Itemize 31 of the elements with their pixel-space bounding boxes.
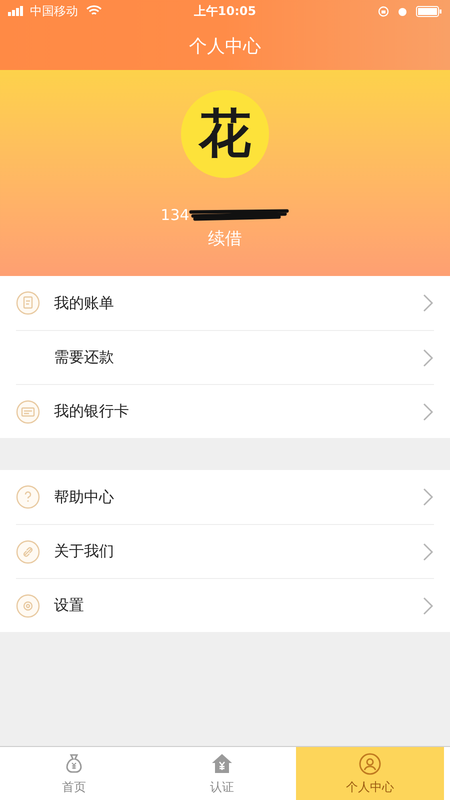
- menu-item[interactable]: 需要还款: [16, 330, 434, 384]
- menu-item[interactable]: 关于我们: [16, 524, 434, 578]
- alarm-icon: [397, 6, 408, 16]
- clock-time: 上午10:05: [194, 3, 256, 20]
- tab-item[interactable]: 认证: [148, 747, 296, 800]
- menu-item[interactable]: 我的账单: [16, 276, 434, 330]
- menu-item[interactable]: 我的银行卡: [16, 384, 434, 438]
- page-title: 个人中心: [189, 34, 261, 58]
- chevron-right-icon: [422, 402, 434, 422]
- chevron-right-icon: [422, 487, 434, 507]
- person-icon: [358, 752, 382, 776]
- tab-item[interactable]: 个人中心: [296, 747, 444, 800]
- card-icon: [16, 400, 40, 424]
- signal-icon: [8, 6, 26, 16]
- chevron-right-icon: [422, 542, 434, 562]
- menu-item[interactable]: 帮助中心: [16, 470, 434, 524]
- avatar-logo: 花: [181, 90, 269, 178]
- menu-item[interactable]: 设置: [16, 578, 434, 632]
- rotation-lock-icon: [378, 6, 389, 16]
- document-icon: [16, 291, 40, 315]
- chevron-right-icon: [422, 293, 434, 313]
- link-icon: [16, 540, 40, 564]
- settings-icon: [16, 594, 40, 618]
- chevron-right-icon: [422, 348, 434, 368]
- chevron-right-icon: [422, 596, 434, 616]
- battery-icon: [416, 6, 442, 16]
- phone-number: 134: [160, 205, 190, 226]
- wifi-icon: [86, 5, 102, 17]
- carrier-name: 中国移动: [30, 3, 78, 20]
- house-icon: [210, 752, 234, 776]
- help-icon: [16, 485, 40, 509]
